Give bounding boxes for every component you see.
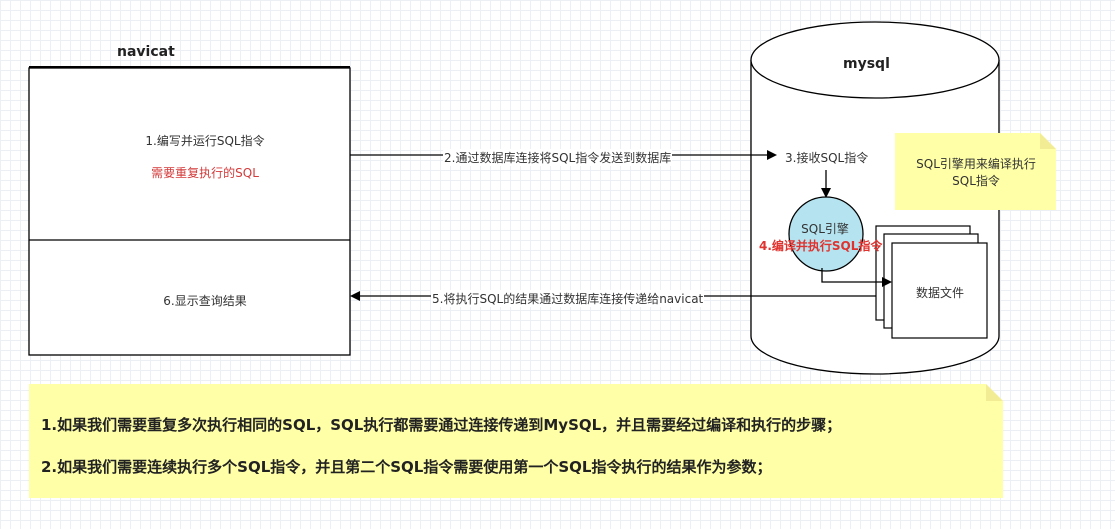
data-file-stack	[875, 225, 988, 339]
bottom-note	[29, 384, 1003, 498]
step4-label: 4.编译并执行SQL指令	[759, 239, 883, 253]
engine-note-line2: SQL指令	[952, 174, 1000, 188]
data-file-label: 数据文件	[915, 286, 964, 300]
step1-label: 1.编写并运行SQL指令	[145, 134, 265, 148]
navicat-box	[28, 66, 351, 356]
mysql-title: mysql	[843, 56, 890, 72]
return-arrow-label: 5.将执行SQL的结果通过数据库连接传递给navicat	[431, 290, 705, 307]
bottom-note-line1: 1.如果我们需要重复多次执行相同的SQL，SQL执行都需要通过连接传递到MySQ…	[41, 416, 842, 434]
bottom-note-line2: 2.如果我们需要连续执行多个SQL指令，并且第二个SQL指令需要使用第一个SQL…	[41, 458, 772, 476]
engine-note-line1: SQL引擎用来编译执行	[916, 157, 1036, 171]
step3-label: 3.接收SQL指令	[785, 151, 869, 165]
repeat-sql-label: 需要重复执行的SQL	[151, 166, 259, 180]
navicat-title: navicat	[117, 44, 175, 60]
diagram-canvas	[28, 21, 1056, 498]
sql-engine-label: SQL引擎	[801, 222, 849, 236]
engine-note-text: SQL引擎用来编译执行 SQL指令	[896, 156, 1056, 190]
send-arrow-label: 2.通过数据库连接将SQL指令发送到数据库	[443, 149, 673, 166]
step6-label: 6.显示查询结果	[163, 294, 247, 308]
